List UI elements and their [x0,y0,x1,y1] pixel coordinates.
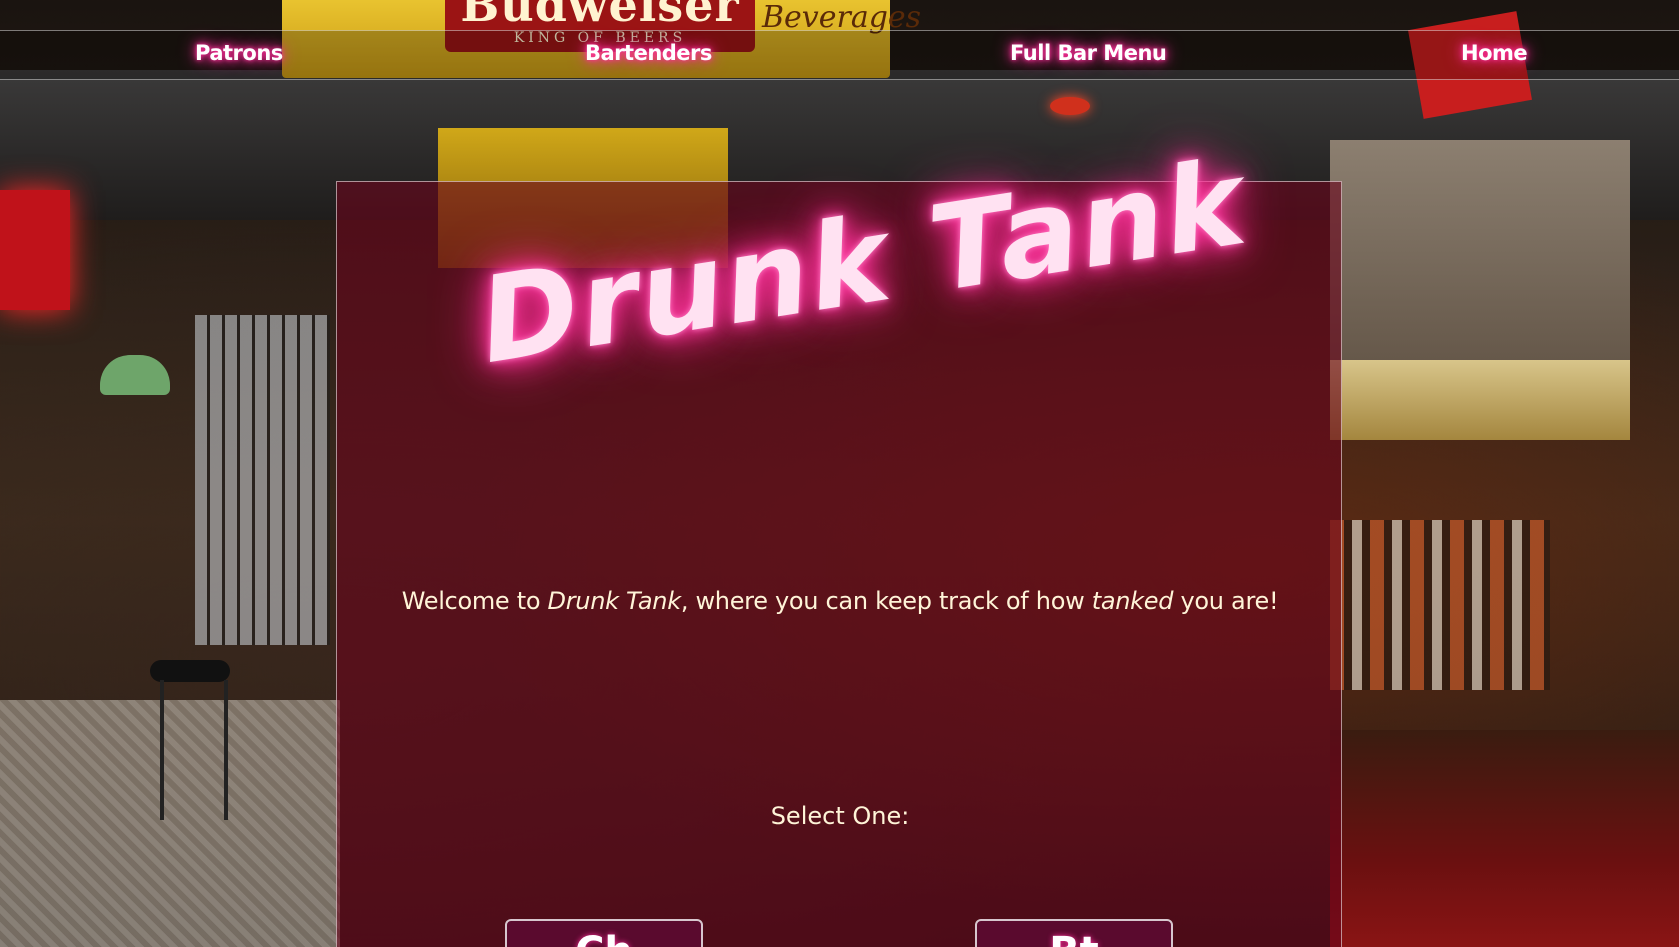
nav-link-bartenders[interactable]: Bartenders [585,41,712,65]
welcome-middle: , where you can keep track of how [680,587,1092,615]
barred-window [195,315,330,645]
welcome-prefix: Welcome to [401,587,548,615]
bar-stool-seat [150,660,230,682]
beer-sign-brand: Budweiser [460,0,740,32]
select-label: Select One: [770,802,910,830]
welcome-emphasis: tanked [1091,587,1174,615]
neon-logo: Drunk Tank [337,133,1343,512]
nav-link-full-bar-menu[interactable]: Full Bar Menu [1010,41,1167,65]
welcome-panel: Drunk Tank Welcome to Drunk Tank, where … [336,133,1343,947]
option-button-right[interactable]: Bt [975,919,1173,947]
welcome-brand: Drunk Tank [547,587,682,615]
liquor-shelf [1330,360,1630,440]
nav-link-home[interactable]: Home [1461,41,1528,65]
option-button-left[interactable]: Ch [505,919,703,947]
bar-counter [1330,730,1679,947]
liquor-bottles [1330,520,1550,690]
nav-link-patrons[interactable]: Patrons [195,41,283,65]
ceiling-light [1050,97,1090,115]
neon-sign-left [0,190,70,310]
welcome-suffix: you are! [1173,587,1279,615]
green-lamp [100,355,170,395]
top-navigation: Patrons Bartenders Full Bar Menu Home [0,30,1679,80]
bar-stool-legs [160,680,228,820]
welcome-message: Welcome to Drunk Tank, where you can kee… [337,587,1343,615]
